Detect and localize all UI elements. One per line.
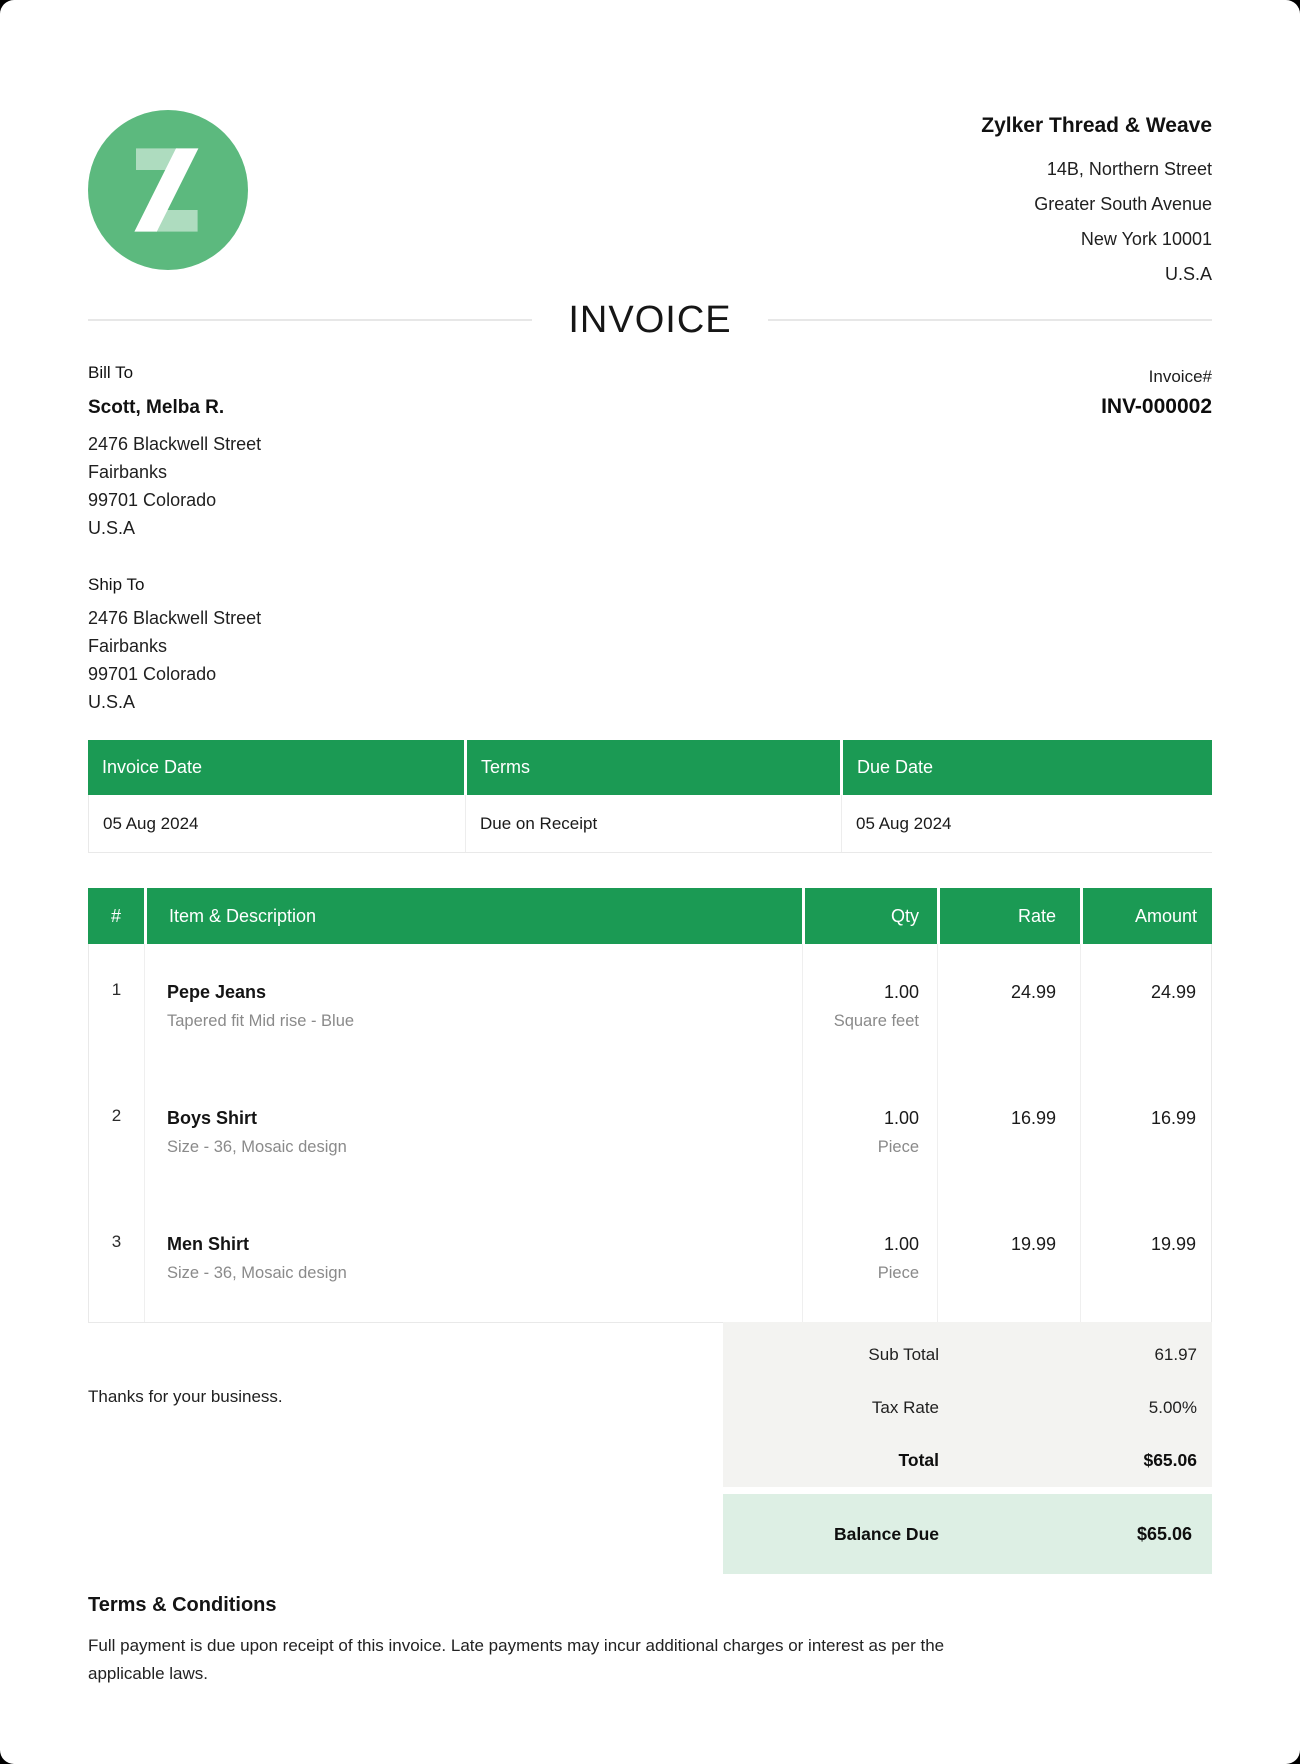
info-header-due-date: Due Date xyxy=(840,740,1212,795)
line-items-table: # Item & Description Qty Rate Amount 1 P… xyxy=(88,888,1212,1323)
row-index: 1 xyxy=(89,944,144,1070)
items-body: 1 Pepe Jeans Tapered fit Mid rise - Blue… xyxy=(88,944,1212,1323)
ship-to-line: U.S.A xyxy=(88,688,261,716)
ship-to-label: Ship To xyxy=(88,574,261,596)
row-index: 3 xyxy=(89,1196,144,1322)
invoice-number-value: INV-000002 xyxy=(1101,394,1212,420)
total-label: Total xyxy=(723,1450,939,1471)
invoice-title-row: INVOICE xyxy=(88,298,1212,342)
ship-to-block: Ship To 2476 Blackwell Street Fairbanks … xyxy=(88,574,261,716)
ship-to-line: 99701 Colorado xyxy=(88,660,261,688)
item-qty: 1.00 xyxy=(803,1106,919,1130)
tax-rate-value: 5.00% xyxy=(939,1398,1212,1418)
terms-value: Due on Receipt xyxy=(465,795,841,852)
bill-to-line: U.S.A xyxy=(88,514,261,542)
title-divider-left xyxy=(88,319,532,321)
terms-and-conditions: Terms & Conditions Full payment is due u… xyxy=(88,1592,1188,1688)
item-name: Boys Shirt xyxy=(167,1106,802,1130)
company-name: Zylker Thread & Weave xyxy=(981,112,1212,140)
invoice-number-block: Invoice# INV-000002 xyxy=(1101,366,1212,420)
items-header-row: # Item & Description Qty Rate Amount xyxy=(88,888,1212,944)
company-logo xyxy=(88,110,248,270)
terms-heading: Terms & Conditions xyxy=(88,1592,1188,1618)
invoice-info-table: Invoice Date Terms Due Date 05 Aug 2024 … xyxy=(88,740,1212,853)
item-description: Tapered fit Mid rise - Blue xyxy=(167,1010,802,1032)
bill-to-label: Bill To xyxy=(88,362,261,384)
table-row: 2 Boys Shirt Size - 36, Mosaic design 1.… xyxy=(89,1070,1211,1196)
items-header-rate: Rate xyxy=(937,888,1080,944)
info-table-header-row: Invoice Date Terms Due Date xyxy=(88,740,1212,795)
table-row: 1 Pepe Jeans Tapered fit Mid rise - Blue… xyxy=(89,944,1211,1070)
ship-to-line: Fairbanks xyxy=(88,632,261,660)
subtotal-value: 61.97 xyxy=(939,1345,1212,1365)
tax-rate-label: Tax Rate xyxy=(723,1398,939,1418)
thanks-note: Thanks for your business. xyxy=(88,1386,283,1408)
subtotal-label: Sub Total xyxy=(723,1345,939,1365)
item-rate: 24.99 xyxy=(937,944,1080,1070)
totals-summary: Sub Total 61.97 Tax Rate 5.00% Total $65… xyxy=(723,1322,1212,1574)
title-divider-right xyxy=(768,319,1212,321)
due-date-value: 05 Aug 2024 xyxy=(841,795,1213,852)
bill-to-block: Bill To Scott, Melba R. 2476 Blackwell S… xyxy=(88,362,261,542)
table-row: 3 Men Shirt Size - 36, Mosaic design 1.0… xyxy=(89,1196,1211,1322)
tax-rate-row: Tax Rate 5.00% xyxy=(723,1381,1212,1434)
info-header-invoice-date: Invoice Date xyxy=(88,740,464,795)
totals-rows: Sub Total 61.97 Tax Rate 5.00% Total $65… xyxy=(723,1322,1212,1487)
total-value: $65.06 xyxy=(939,1450,1212,1471)
invoice-document: Zylker Thread & Weave 14B, Northern Stre… xyxy=(0,0,1300,1764)
item-amount: 24.99 xyxy=(1080,944,1211,1070)
info-table-value-row: 05 Aug 2024 Due on Receipt 05 Aug 2024 xyxy=(88,795,1212,853)
terms-text-line: applicable laws. xyxy=(88,1660,1188,1688)
bill-to-line: 99701 Colorado xyxy=(88,486,261,514)
company-address-line: Greater South Avenue xyxy=(981,187,1212,222)
balance-due-row: Balance Due $65.06 xyxy=(723,1494,1212,1574)
item-name: Men Shirt xyxy=(167,1232,802,1256)
invoice-date-value: 05 Aug 2024 xyxy=(89,795,465,852)
item-qty: 1.00 xyxy=(803,1232,919,1256)
item-unit: Piece xyxy=(803,1136,919,1158)
item-description: Size - 36, Mosaic design xyxy=(167,1136,802,1158)
terms-text-line: Full payment is due upon receipt of this… xyxy=(88,1632,1188,1660)
item-description: Size - 36, Mosaic design xyxy=(167,1262,802,1284)
item-amount: 19.99 xyxy=(1080,1196,1211,1322)
item-unit: Square feet xyxy=(803,1010,919,1032)
invoice-number-label: Invoice# xyxy=(1101,366,1212,388)
item-rate: 19.99 xyxy=(937,1196,1080,1322)
document-title: INVOICE xyxy=(568,299,731,342)
item-amount: 16.99 xyxy=(1080,1070,1211,1196)
bill-to-line: Fairbanks xyxy=(88,458,261,486)
balance-due-value: $65.06 xyxy=(939,1524,1212,1545)
total-row: Total $65.06 xyxy=(723,1434,1212,1487)
items-header-item: Item & Description xyxy=(144,888,802,944)
company-address-line: 14B, Northern Street xyxy=(981,152,1212,187)
item-qty: 1.00 xyxy=(803,980,919,1004)
items-header-index: # xyxy=(88,888,144,944)
bill-to-name: Scott, Melba R. xyxy=(88,396,261,420)
zylker-logo-icon xyxy=(88,110,248,270)
item-rate: 16.99 xyxy=(937,1070,1080,1196)
item-name: Pepe Jeans xyxy=(167,980,802,1004)
info-header-terms: Terms xyxy=(464,740,840,795)
balance-due-label: Balance Due xyxy=(723,1524,939,1545)
company-address-line: U.S.A xyxy=(981,257,1212,292)
items-header-qty: Qty xyxy=(802,888,937,944)
item-unit: Piece xyxy=(803,1262,919,1284)
company-address-block: Zylker Thread & Weave 14B, Northern Stre… xyxy=(981,112,1212,292)
ship-to-line: 2476 Blackwell Street xyxy=(88,604,261,632)
bill-to-line: 2476 Blackwell Street xyxy=(88,430,261,458)
company-address-line: New York 10001 xyxy=(981,222,1212,257)
items-header-amount: Amount xyxy=(1080,888,1212,944)
subtotal-row: Sub Total 61.97 xyxy=(723,1328,1212,1381)
row-index: 2 xyxy=(89,1070,144,1196)
